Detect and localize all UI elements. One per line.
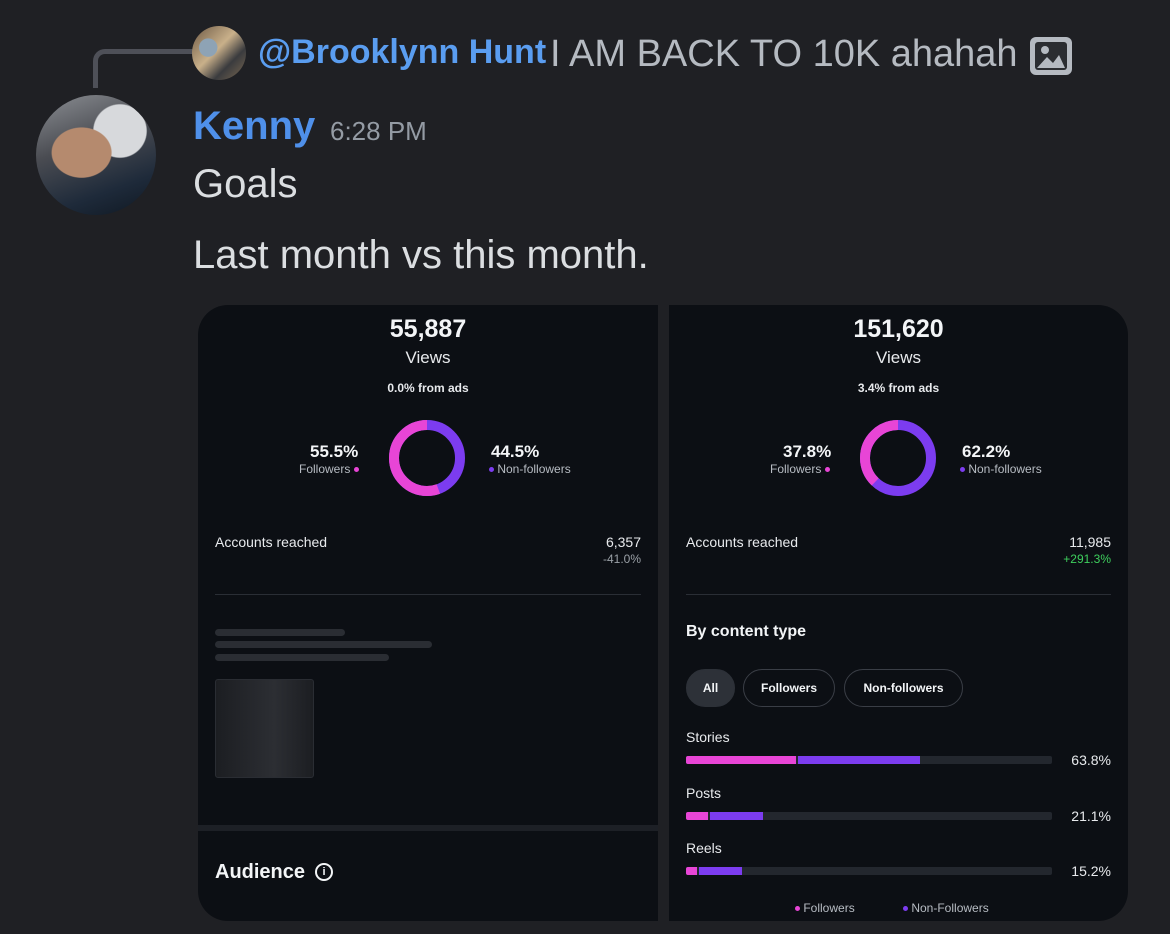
- divider: [686, 594, 1111, 595]
- non-followers-dot: [489, 467, 494, 473]
- loading-placeholder: [215, 641, 432, 648]
- attachment-image-last-month[interactable]: 55,887 Views 0.0% from ads 55.5% Followe…: [198, 305, 658, 921]
- non-followers-legend: Non-followers: [489, 462, 571, 476]
- legend-non-followers: Non-Followers: [903, 901, 989, 915]
- followers-legend: Followers: [770, 462, 830, 476]
- legend-label: Followers: [803, 901, 855, 915]
- followers-donut: [389, 420, 465, 496]
- accounts-reached-label: Accounts reached: [686, 534, 799, 550]
- bar-non-followers-segment: [709, 812, 764, 820]
- reply-spine: [93, 49, 194, 88]
- content-type-label: Posts: [686, 785, 722, 801]
- audience-title: Audience: [215, 861, 306, 883]
- section-separator: [198, 825, 658, 831]
- divider: [215, 594, 641, 595]
- message-timestamp: 6:28 PM: [330, 116, 427, 146]
- filter-chip-followers[interactable]: Followers: [743, 669, 835, 707]
- message-line: Goals: [193, 162, 298, 206]
- filter-chip-all[interactable]: All: [686, 669, 735, 707]
- followers-label: Followers: [770, 462, 822, 476]
- content-type-pct: 63.8%: [1071, 752, 1111, 768]
- accounts-reached-value: 6,357: [605, 534, 641, 550]
- followers-pct: 55.5%: [310, 442, 359, 461]
- non-followers-legend: Non-followers: [960, 462, 1042, 476]
- views-total: 55,887: [389, 315, 467, 343]
- non-followers-pct: 62.2%: [962, 442, 1011, 461]
- content-type-label: Reels: [686, 840, 722, 856]
- bar-followers-segment: [686, 812, 708, 820]
- content-type-bar: [686, 812, 1052, 820]
- non-followers-dot: [903, 906, 908, 912]
- content-type-pct: 15.2%: [1071, 863, 1111, 879]
- content-type-pct: 21.1%: [1071, 808, 1111, 824]
- bar-non-followers-segment: [797, 756, 920, 764]
- non-followers-dot: [960, 467, 965, 473]
- reply-avatar[interactable]: [192, 26, 246, 80]
- ads-text: 0.0% from ads: [387, 381, 469, 395]
- message-line: Last month vs this month.: [193, 233, 649, 277]
- loading-placeholder: [215, 654, 389, 661]
- followers-label: Followers: [299, 462, 351, 476]
- accounts-reached-value: 11,985: [1069, 534, 1111, 550]
- followers-dot: [824, 467, 830, 473]
- bar-followers-segment: [686, 756, 796, 764]
- reply-text[interactable]: I AM BACK TO 10K ahahah: [550, 33, 1018, 76]
- image-icon: [1030, 37, 1072, 75]
- legend-label: Non-Followers: [911, 901, 989, 915]
- accounts-reached-change: +291.3%: [1063, 552, 1111, 566]
- loading-thumbnail: [215, 679, 314, 778]
- views-label: Views: [405, 348, 451, 367]
- followers-pct: 37.8%: [783, 442, 832, 461]
- views-total: 151,620: [853, 315, 944, 343]
- followers-dot: [795, 906, 800, 912]
- followers-donut: [860, 420, 936, 496]
- author-avatar[interactable]: [36, 95, 156, 215]
- author-name[interactable]: Kenny: [193, 104, 315, 149]
- followers-legend: Followers: [299, 462, 359, 476]
- non-followers-label: Non-followers: [968, 462, 1042, 476]
- info-icon[interactable]: i: [315, 863, 333, 881]
- reply-username[interactable]: @Brooklynn Hunt: [258, 33, 546, 72]
- views-label: Views: [875, 348, 922, 367]
- followers-dot: [353, 467, 359, 473]
- accounts-reached-label: Accounts reached: [215, 534, 328, 550]
- bar-followers-segment: [686, 867, 697, 875]
- loading-placeholder: [215, 629, 345, 636]
- attachment-image-this-month[interactable]: 151,620 Views 3.4% from ads 37.8% Follow…: [669, 305, 1128, 921]
- non-followers-pct: 44.5%: [491, 442, 540, 461]
- legend-followers: Followers: [795, 901, 855, 915]
- non-followers-label: Non-followers: [497, 462, 571, 476]
- content-type-label: Stories: [686, 729, 730, 745]
- by-content-type-title: By content type: [686, 623, 807, 640]
- filter-chip-non-followers[interactable]: Non-followers: [844, 669, 963, 707]
- content-type-bar: [686, 756, 1052, 764]
- ads-text: 3.4% from ads: [857, 381, 940, 395]
- accounts-reached-change: -41.0%: [602, 552, 641, 566]
- content-type-bar: [686, 867, 1052, 875]
- bar-non-followers-segment: [698, 867, 742, 875]
